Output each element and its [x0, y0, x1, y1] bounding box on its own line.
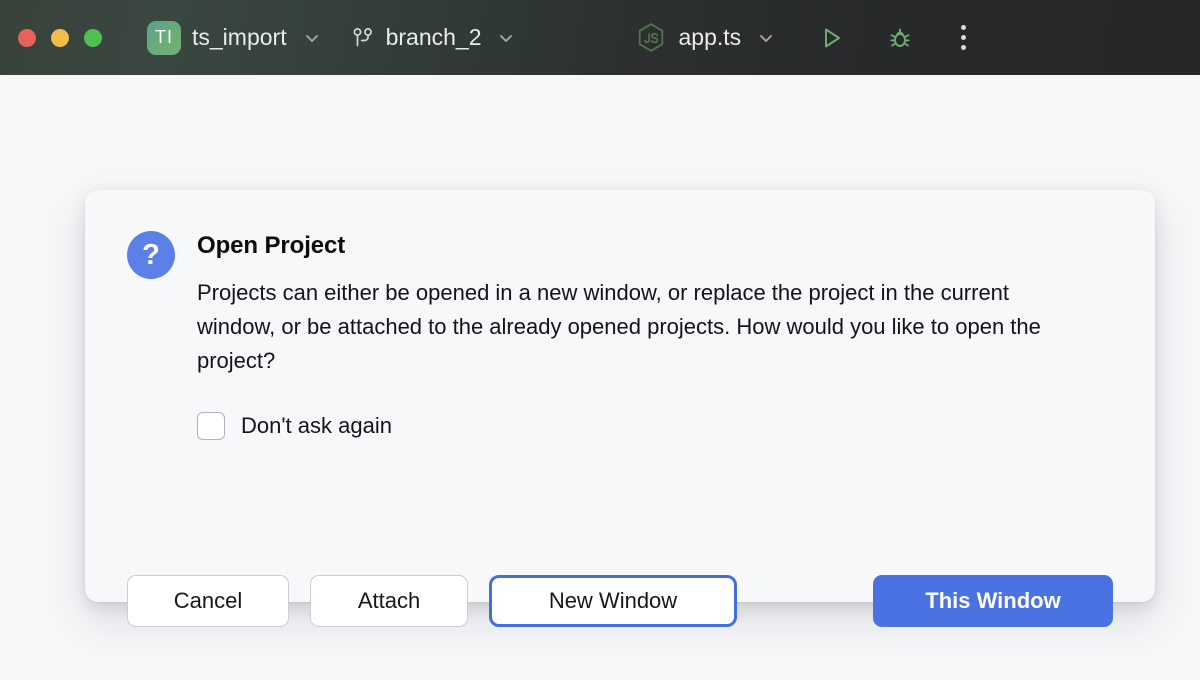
chevron-down-icon [496, 28, 516, 48]
chevron-down-icon [756, 28, 776, 48]
cancel-button[interactable]: Cancel [127, 575, 289, 627]
project-badge-icon: TI [147, 21, 181, 55]
attach-button[interactable]: Attach [310, 575, 468, 627]
maximize-window-button[interactable] [84, 29, 102, 47]
dont-ask-again-checkbox[interactable] [197, 412, 225, 440]
current-file-label: app.ts [679, 24, 742, 51]
branch-name-label: branch_2 [386, 24, 482, 51]
git-branch-icon [350, 25, 376, 51]
run-configuration-selector[interactable]: app.ts [634, 0, 777, 75]
desktop-backdrop: ? Open Project Projects can either be op… [0, 75, 1200, 680]
run-controls [816, 0, 916, 75]
question-mark-icon: ? [127, 231, 175, 279]
project-name-label: ts_import [192, 24, 287, 51]
dialog-message: Projects can either be opened in a new w… [197, 276, 1077, 378]
dialog-title: Open Project [197, 232, 1077, 260]
this-window-button[interactable]: This Window [873, 575, 1113, 627]
project-selector[interactable]: TI ts_import [147, 0, 322, 75]
dialog-button-row: Cancel Attach New Window This Window [127, 575, 1113, 627]
chevron-down-icon [302, 28, 322, 48]
open-project-dialog: ? Open Project Projects can either be op… [85, 190, 1155, 602]
nodejs-js-icon [634, 21, 668, 55]
kebab-dot [961, 35, 966, 40]
close-window-button[interactable] [18, 29, 36, 47]
branch-selector[interactable]: branch_2 [350, 0, 516, 75]
run-play-icon[interactable] [816, 22, 848, 54]
kebab-dot [961, 45, 966, 50]
dont-ask-again-row[interactable]: Don't ask again [197, 412, 1113, 440]
window-titlebar: TI ts_import branch_2 app.ts [0, 0, 1200, 75]
new-window-button[interactable]: New Window [489, 575, 737, 627]
debug-bug-icon[interactable] [884, 22, 916, 54]
window-traffic-lights [18, 29, 102, 47]
kebab-dot [961, 25, 966, 30]
dialog-header: ? Open Project Projects can either be op… [127, 230, 1113, 378]
dont-ask-again-label: Don't ask again [241, 413, 392, 439]
more-vertical-icon[interactable] [948, 22, 978, 54]
minimize-window-button[interactable] [51, 29, 69, 47]
dialog-content: ? Open Project Projects can either be op… [127, 230, 1113, 440]
